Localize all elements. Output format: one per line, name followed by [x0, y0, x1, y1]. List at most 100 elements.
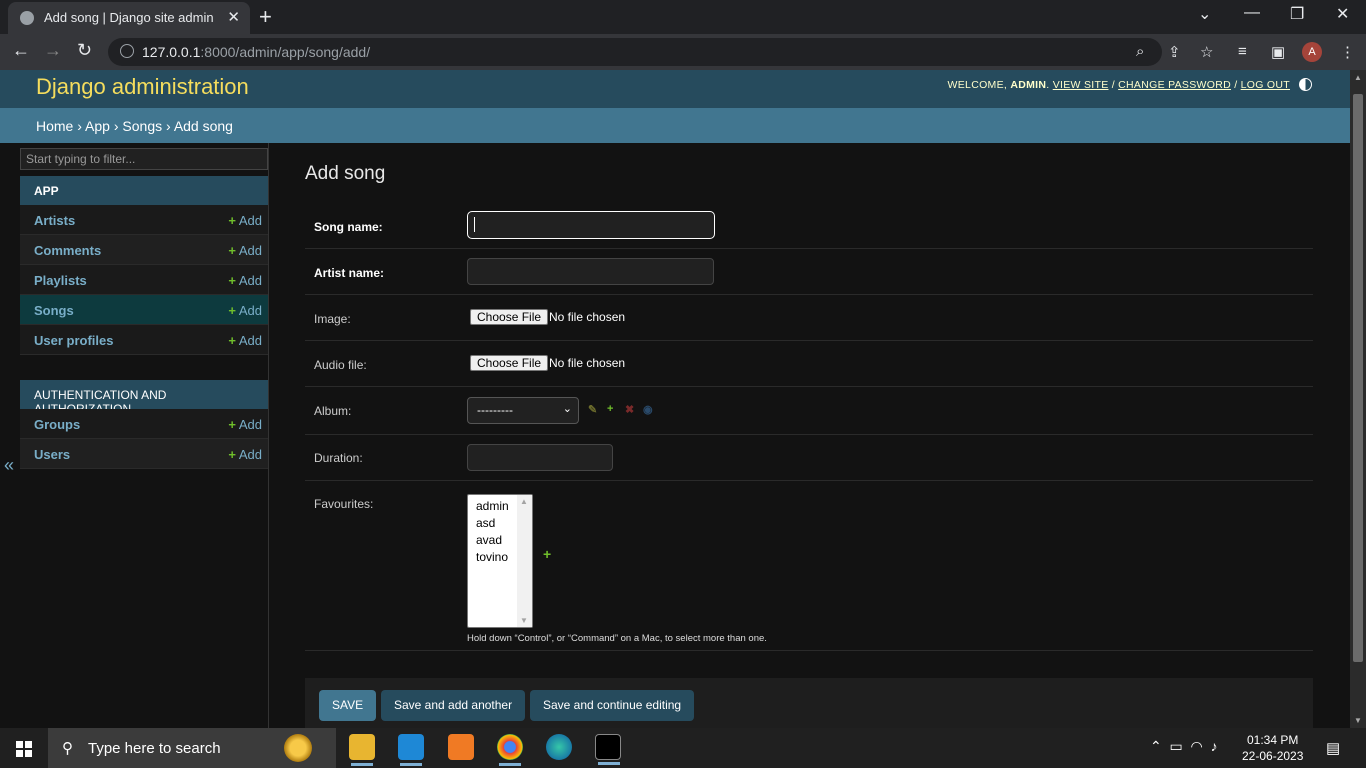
- sidebar-item-label[interactable]: Playlists: [34, 273, 87, 288]
- favourites-scrollbar[interactable]: ▲ ▼: [517, 495, 532, 627]
- profile-avatar[interactable]: A: [1302, 42, 1322, 62]
- add-user-profile-link[interactable]: + Add: [228, 333, 262, 348]
- wifi-icon[interactable]: ◠: [1191, 738, 1203, 754]
- terminal-icon[interactable]: [595, 734, 621, 765]
- zoom-icon[interactable]: ⌕: [1136, 43, 1144, 60]
- page-scrollbar[interactable]: ▲ ▼: [1350, 70, 1366, 728]
- close-window-icon[interactable]: ✕: [1336, 4, 1349, 24]
- taskbar-clock[interactable]: 01:34 PM 22-06-2023: [1242, 732, 1303, 764]
- favourites-option-asd[interactable]: asd: [476, 516, 495, 530]
- change-password-link[interactable]: CHANGE PASSWORD: [1118, 79, 1231, 91]
- change-album-pencil-icon[interactable]: ✎: [588, 403, 597, 416]
- add-comment-link[interactable]: + Add: [228, 243, 262, 258]
- theme-toggle-icon[interactable]: [1299, 78, 1312, 91]
- save-and-add-another-button[interactable]: Save and add another: [381, 690, 526, 721]
- url-text: 127.0.0.1:8000/admin/app/song/add/: [142, 44, 370, 60]
- album-select[interactable]: --------- ⌄: [467, 397, 579, 424]
- taskbar-search[interactable]: ⚲ Type here to search: [48, 728, 336, 768]
- vscode-icon[interactable]: [398, 734, 424, 766]
- image-choose-file-button[interactable]: Choose File: [470, 309, 549, 325]
- media-control-icon[interactable]: ≡: [1238, 43, 1247, 60]
- save-and-continue-button[interactable]: Save and continue editing: [530, 690, 695, 721]
- address-bar[interactable]: 127.0.0.1:8000/admin/app/song/add/: [108, 38, 1162, 66]
- add-album-plus-icon[interactable]: +: [607, 403, 613, 415]
- restore-icon[interactable]: ❐: [1290, 4, 1304, 24]
- breadcrumb: Home › App › Songs › Add song: [0, 108, 1350, 143]
- reload-icon[interactable]: ↻: [77, 40, 92, 61]
- system-tray[interactable]: ⌃ ▭ ◠ ♪: [1150, 738, 1218, 755]
- volume-icon[interactable]: ♪: [1211, 738, 1218, 754]
- toggle-sidebar-button[interactable]: «: [4, 455, 14, 476]
- back-arrow-icon[interactable]: ←: [12, 40, 30, 61]
- scroll-down-icon[interactable]: ▼: [520, 616, 528, 625]
- breadcrumb-app[interactable]: App: [85, 118, 110, 134]
- bookmark-star-icon[interactable]: ☆: [1200, 43, 1213, 61]
- form-row-album: Album: --------- ⌄ ✎ + ✖ ◉: [305, 387, 1313, 435]
- favourites-option-tovino[interactable]: tovino: [476, 550, 508, 564]
- favourites-multiselect[interactable]: admin asd avad tovino ▲ ▼: [467, 494, 533, 628]
- main-content: Add song Song name: Artist name: Image: …: [270, 143, 1350, 733]
- duration-input[interactable]: [467, 444, 613, 471]
- module-caption-app[interactable]: App: [20, 176, 268, 205]
- site-branding[interactable]: Django administration: [36, 74, 249, 100]
- edge-icon[interactable]: [546, 734, 572, 760]
- weather-sun-icon[interactable]: [284, 734, 312, 762]
- sidebar-item-label[interactable]: Comments: [34, 243, 101, 258]
- sidebar-item-label[interactable]: Groups: [34, 417, 80, 432]
- delete-album-icon[interactable]: ✖: [625, 403, 634, 416]
- notification-icon[interactable]: ▤: [1326, 739, 1340, 757]
- add-user-link[interactable]: + Add: [228, 447, 262, 462]
- side-panel-icon[interactable]: ▣: [1271, 43, 1285, 61]
- audio-choose-file-button[interactable]: Choose File: [470, 355, 549, 371]
- scroll-down-icon[interactable]: ▼: [1354, 716, 1362, 725]
- scroll-up-icon[interactable]: ▲: [1354, 73, 1362, 82]
- chrome-menu-icon[interactable]: ⋮: [1340, 43, 1355, 61]
- scroll-up-icon[interactable]: ▲: [520, 497, 528, 506]
- chrome-icon[interactable]: [497, 734, 523, 766]
- chevron-down-icon: ⌄: [562, 403, 572, 415]
- module-caption-auth[interactable]: Authentication and Authorization: [20, 380, 268, 416]
- browser-tab[interactable]: Add song | Django site admin ✕: [8, 2, 250, 34]
- favourites-option-admin[interactable]: admin: [476, 499, 509, 513]
- nav-filter-input[interactable]: Start typing to filter...: [20, 148, 268, 170]
- song-name-input[interactable]: [467, 211, 715, 239]
- site-info-icon[interactable]: [120, 44, 134, 58]
- tab-search-chevron-icon[interactable]: ⌄: [1198, 4, 1211, 24]
- xampp-icon[interactable]: [448, 734, 474, 760]
- tab-close-icon[interactable]: ✕: [227, 8, 240, 26]
- forward-arrow-icon[interactable]: →: [44, 40, 62, 61]
- minimize-icon[interactable]: —: [1244, 4, 1260, 22]
- sidebar-item-label[interactable]: Artists: [34, 213, 75, 228]
- favourites-option-avad[interactable]: avad: [476, 533, 502, 547]
- add-artist-link[interactable]: + Add: [228, 213, 262, 228]
- sidebar-item-label[interactable]: User profiles: [34, 333, 113, 348]
- log-out-link[interactable]: LOG OUT: [1241, 79, 1290, 91]
- add-group-link[interactable]: + Add: [228, 417, 262, 432]
- breadcrumb-home[interactable]: Home: [36, 118, 73, 134]
- battery-icon[interactable]: ▭: [1170, 738, 1183, 754]
- save-button[interactable]: SAVE: [319, 690, 377, 721]
- view-album-eye-icon[interactable]: ◉: [643, 403, 653, 416]
- django-header: Django administration WELCOME, ADMIN. VI…: [0, 70, 1350, 108]
- user-tools: WELCOME, ADMIN. VIEW SITE / CHANGE PASSW…: [947, 79, 1290, 91]
- windows-start-icon[interactable]: [16, 741, 32, 757]
- add-song-link[interactable]: + Add: [228, 303, 262, 318]
- sidebar-item-label[interactable]: Songs: [34, 303, 74, 318]
- plus-icon: +: [228, 333, 236, 348]
- chevron-up-icon[interactable]: ⌃: [1150, 738, 1162, 754]
- submit-row: SAVE Save and add another Save and conti…: [305, 678, 1313, 733]
- scrollbar-thumb[interactable]: [1353, 94, 1363, 662]
- breadcrumb-model[interactable]: Songs: [122, 118, 162, 134]
- form-row-song-name: Song name:: [305, 205, 1313, 249]
- artist-name-input[interactable]: [467, 258, 714, 285]
- windows-taskbar: ⚲ Type here to search ⌃ ▭ ◠ ♪ 01:34 PM 2…: [0, 728, 1366, 768]
- new-tab-button[interactable]: +: [259, 4, 272, 30]
- sidebar-item-label[interactable]: Users: [34, 447, 70, 462]
- add-favourite-plus-icon[interactable]: +: [543, 546, 551, 562]
- view-site-link[interactable]: VIEW SITE: [1053, 79, 1109, 91]
- plus-icon: +: [228, 447, 236, 462]
- share-icon[interactable]: ⇪: [1168, 43, 1181, 61]
- page-title: Add song: [305, 163, 386, 184]
- file-explorer-icon[interactable]: [349, 734, 375, 766]
- add-playlist-link[interactable]: + Add: [228, 273, 262, 288]
